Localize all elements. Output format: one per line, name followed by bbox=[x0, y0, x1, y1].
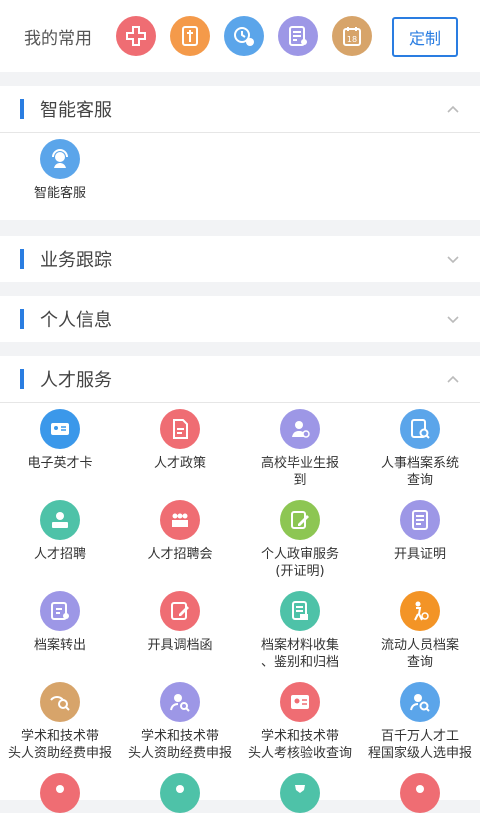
section-accent-bar bbox=[20, 99, 24, 119]
favorites-icons: 18 bbox=[116, 16, 372, 56]
grid-item-e-talent-card[interactable]: 电子英才卡 bbox=[0, 409, 120, 472]
grid-item-row5-1[interactable] bbox=[0, 773, 120, 813]
document-icon[interactable] bbox=[170, 16, 210, 56]
job-fair-icon bbox=[160, 500, 200, 540]
letter-icon bbox=[160, 591, 200, 631]
item-label: 学术和技术带 头人资助经费申报 bbox=[7, 729, 112, 761]
section-title: 人才服务 bbox=[40, 370, 112, 391]
item-label: 电子英才卡 bbox=[27, 456, 93, 471]
person-tie-icon bbox=[40, 773, 80, 813]
item-label: 开具调档函 bbox=[147, 638, 213, 653]
section-business-tracking[interactable]: 业务跟踪 bbox=[0, 236, 480, 282]
favorites-label: 我的常用 bbox=[24, 28, 92, 49]
archive-search-icon bbox=[400, 409, 440, 449]
grid-item-talent-policy[interactable]: 人才政策 bbox=[120, 409, 240, 472]
agent-icon bbox=[40, 139, 80, 179]
section-accent-bar bbox=[20, 369, 24, 389]
person-doc-icon bbox=[400, 773, 440, 813]
item-label: 学术和技术带 头人资助经费申报 bbox=[127, 729, 232, 761]
item-label: 高校毕业生报 到 bbox=[260, 456, 339, 488]
grid-item-academic-assessment[interactable]: 学术和技术带 头人考核验收查询 bbox=[240, 682, 360, 762]
medical-cross-icon[interactable] bbox=[116, 16, 156, 56]
grid-item-hr-archive-query[interactable]: 人事档案系统 查询 bbox=[360, 409, 480, 489]
item-label: 智能客服 bbox=[33, 186, 86, 201]
mobile-person-icon bbox=[400, 591, 440, 631]
transfer-icon bbox=[40, 591, 80, 631]
chat-clock-icon[interactable] bbox=[224, 16, 264, 56]
calendar-icon[interactable]: 18 bbox=[332, 16, 372, 56]
grid-item-academic-funding-2[interactable]: 学术和技术带 头人资助经费申报 bbox=[120, 682, 240, 762]
customize-button[interactable]: 定制 bbox=[392, 17, 458, 57]
funding-search-icon bbox=[40, 682, 80, 722]
item-label: 学术和技术带 头人考核验收查询 bbox=[247, 729, 352, 761]
grid-item-smart-service[interactable]: 智能客服 bbox=[0, 139, 120, 202]
chevron-up-icon[interactable] bbox=[446, 102, 460, 116]
item-label: 人才招聘 bbox=[33, 547, 86, 562]
favorites-bar: 我的常用 18 定制 bbox=[0, 0, 480, 72]
item-label: 人才招聘会 bbox=[147, 547, 213, 562]
section-personal-info[interactable]: 个人信息 bbox=[0, 296, 480, 342]
person-card-icon bbox=[280, 682, 320, 722]
item-label: 百千万人才工 程国家级人选申报 bbox=[367, 729, 472, 761]
grid-item-issue-certificate[interactable]: 开具证明 bbox=[360, 500, 480, 563]
file-collect-icon bbox=[280, 591, 320, 631]
talent-service-panel: 电子英才卡 人才政策 高校毕业生报 到 人事档案系统 查询 人才招聘 人才招聘会… bbox=[0, 403, 480, 813]
section-talent-service[interactable]: 人才服务 bbox=[0, 356, 480, 402]
person-magnify-icon bbox=[400, 682, 440, 722]
policy-doc-icon bbox=[160, 409, 200, 449]
grid-item-academic-funding-1[interactable]: 学术和技术带 头人资助经费申报 bbox=[0, 682, 120, 762]
checklist-icon[interactable] bbox=[278, 16, 318, 56]
grid-item-political-review[interactable]: 个人政审服务 (开证明) bbox=[240, 500, 360, 580]
section-title: 智能客服 bbox=[40, 100, 112, 121]
chevron-down-icon[interactable] bbox=[446, 252, 460, 266]
item-label: 流动人员档案 查询 bbox=[380, 638, 459, 670]
item-label: 档案材料收集 、鉴别和归档 bbox=[260, 638, 339, 670]
grid-item-talent-recruit[interactable]: 人才招聘 bbox=[0, 500, 120, 563]
recruit-icon bbox=[40, 500, 80, 540]
section-accent-bar bbox=[20, 249, 24, 269]
grid-item-national-talent[interactable]: 百千万人才工 程国家级人选申报 bbox=[360, 682, 480, 762]
calendar-day-text: 18 bbox=[347, 35, 357, 44]
graduate-icon bbox=[280, 409, 320, 449]
chevron-down-icon[interactable] bbox=[446, 312, 460, 326]
person-badge-icon bbox=[160, 773, 200, 813]
grid-item-job-fair[interactable]: 人才招聘会 bbox=[120, 500, 240, 563]
grid-item-archive-transfer[interactable]: 档案转出 bbox=[0, 591, 120, 654]
person-search-icon bbox=[160, 682, 200, 722]
section-accent-bar bbox=[20, 309, 24, 329]
trophy-icon bbox=[280, 773, 320, 813]
chevron-up-icon[interactable] bbox=[446, 372, 460, 386]
item-label: 个人政审服务 (开证明) bbox=[260, 547, 339, 579]
item-label: 人才政策 bbox=[153, 456, 206, 471]
item-label: 人事档案系统 查询 bbox=[380, 456, 459, 488]
item-label: 开具证明 bbox=[393, 547, 446, 562]
grid-item-graduate-report[interactable]: 高校毕业生报 到 bbox=[240, 409, 360, 489]
edit-doc-icon bbox=[280, 500, 320, 540]
certificate-icon bbox=[400, 500, 440, 540]
grid-item-row5-4[interactable] bbox=[360, 773, 480, 813]
grid-item-transfer-letter[interactable]: 开具调档函 bbox=[120, 591, 240, 654]
item-label: 档案转出 bbox=[33, 638, 86, 653]
section-title: 个人信息 bbox=[40, 310, 112, 331]
section-smart-service[interactable]: 智能客服 bbox=[0, 86, 480, 132]
grid-item-row5-2[interactable] bbox=[120, 773, 240, 813]
grid-item-floating-archive[interactable]: 流动人员档案 查询 bbox=[360, 591, 480, 671]
grid-item-row5-3[interactable] bbox=[240, 773, 360, 813]
smart-service-panel: 智能客服 bbox=[0, 133, 480, 220]
grid-item-material-collection[interactable]: 档案材料收集 、鉴别和归档 bbox=[240, 591, 360, 671]
section-title: 业务跟踪 bbox=[40, 250, 112, 271]
id-card-icon bbox=[40, 409, 80, 449]
